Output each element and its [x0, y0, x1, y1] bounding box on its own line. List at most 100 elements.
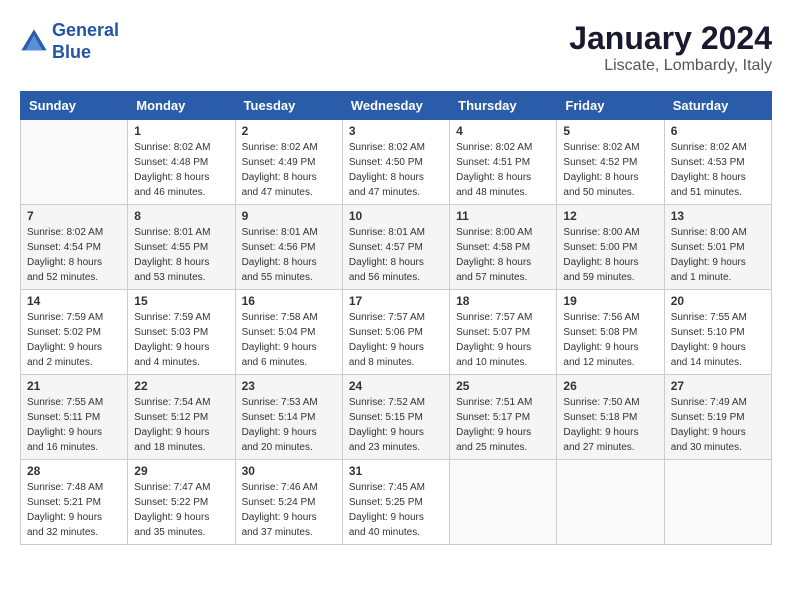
calendar-cell: 20 Sunrise: 7:55 AM Sunset: 5:10 PM Dayli… [664, 290, 771, 375]
day-info: Sunrise: 7:53 AM Sunset: 5:14 PM Dayligh… [242, 395, 336, 455]
weekday-header: Monday [128, 92, 235, 120]
header: General Blue January 2024 Liscate, Lomba… [20, 20, 772, 75]
day-number: 14 [27, 294, 121, 308]
day-number: 7 [27, 209, 121, 223]
day-number: 22 [134, 379, 228, 393]
calendar-cell: 24Sunrise: 7:52 AM Sunset: 5:15 PM Dayli… [342, 375, 449, 460]
weekday-header: Wednesday [342, 92, 449, 120]
day-info: Sunrise: 8:00 AM Sunset: 5:01 PM Dayligh… [671, 225, 765, 285]
calendar-week-row: 21Sunrise: 7:55 AM Sunset: 5:11 PM Dayli… [21, 375, 772, 460]
calendar-cell: 8 Sunrise: 8:01 AM Sunset: 4:55 PM Daylig… [128, 205, 235, 290]
day-info: Sunrise: 8:02 AM Sunset: 4:50 PM Dayligh… [349, 140, 443, 200]
calendar-cell: 16Sunrise: 7:58 AM Sunset: 5:04 PM Dayli… [235, 290, 342, 375]
day-number: 30 [242, 464, 336, 478]
subtitle: Liscate, Lombardy, Italy [569, 57, 772, 75]
calendar-cell: 19Sunrise: 7:56 AM Sunset: 5:08 PM Dayli… [557, 290, 664, 375]
day-info: Sunrise: 8:01 AM Sunset: 4:57 PM Dayligh… [349, 225, 443, 285]
day-info: Sunrise: 7:55 AM Sunset: 5:10 PM Dayligh… [671, 310, 765, 370]
day-number: 9 [242, 209, 336, 223]
day-info: Sunrise: 7:52 AM Sunset: 5:15 PM Dayligh… [349, 395, 443, 455]
calendar-cell: 26Sunrise: 7:50 AM Sunset: 5:18 PM Dayli… [557, 375, 664, 460]
day-info: Sunrise: 8:02 AM Sunset: 4:52 PM Dayligh… [563, 140, 657, 200]
day-number: 18 [456, 294, 550, 308]
day-number: 2 [242, 124, 336, 138]
day-number: 29 [134, 464, 228, 478]
day-info: Sunrise: 8:00 AM Sunset: 5:00 PM Dayligh… [563, 225, 657, 285]
day-info: Sunrise: 7:58 AM Sunset: 5:04 PM Dayligh… [242, 310, 336, 370]
calendar-cell: 27 Sunrise: 7:49 AM Sunset: 5:19 PM Dayli… [664, 375, 771, 460]
day-number: 27 [671, 379, 765, 393]
title-area: January 2024 Liscate, Lombardy, Italy [569, 20, 772, 75]
weekday-header: Thursday [450, 92, 557, 120]
calendar-cell: 21Sunrise: 7:55 AM Sunset: 5:11 PM Dayli… [21, 375, 128, 460]
logo-line1: General [52, 20, 119, 40]
day-number: 26 [563, 379, 657, 393]
day-number: 13 [671, 209, 765, 223]
day-number: 5 [563, 124, 657, 138]
day-info: Sunrise: 8:01 AM Sunset: 4:55 PM Dayligh… [134, 225, 228, 285]
calendar-cell: 31 Sunrise: 7:45 AM Sunset: 5:25 PM Dayli… [342, 460, 449, 545]
calendar-cell: 9Sunrise: 8:01 AM Sunset: 4:56 PM Daylig… [235, 205, 342, 290]
calendar-cell: 6 Sunrise: 8:02 AM Sunset: 4:53 PM Daylig… [664, 120, 771, 205]
day-info: Sunrise: 8:02 AM Sunset: 4:51 PM Dayligh… [456, 140, 550, 200]
day-number: 3 [349, 124, 443, 138]
day-number: 1 [134, 124, 228, 138]
calendar-cell: 28 Sunrise: 7:48 AM Sunset: 5:21 PM Dayli… [21, 460, 128, 545]
day-info: Sunrise: 8:02 AM Sunset: 4:54 PM Dayligh… [27, 225, 121, 285]
day-number: 12 [563, 209, 657, 223]
calendar-cell: 12 Sunrise: 8:00 AM Sunset: 5:00 PM Dayli… [557, 205, 664, 290]
main-title: January 2024 [569, 20, 772, 57]
day-number: 15 [134, 294, 228, 308]
day-info: Sunrise: 7:49 AM Sunset: 5:19 PM Dayligh… [671, 395, 765, 455]
calendar-cell: 17Sunrise: 7:57 AM Sunset: 5:06 PM Dayli… [342, 290, 449, 375]
calendar-week-row: 1Sunrise: 8:02 AM Sunset: 4:48 PM Daylig… [21, 120, 772, 205]
day-info: Sunrise: 7:57 AM Sunset: 5:07 PM Dayligh… [456, 310, 550, 370]
calendar-week-row: 7 Sunrise: 8:02 AM Sunset: 4:54 PM Daylig… [21, 205, 772, 290]
calendar-cell: 2Sunrise: 8:02 AM Sunset: 4:49 PM Daylig… [235, 120, 342, 205]
day-info: Sunrise: 8:02 AM Sunset: 4:53 PM Dayligh… [671, 140, 765, 200]
calendar-cell: 3 Sunrise: 8:02 AM Sunset: 4:50 PM Daylig… [342, 120, 449, 205]
day-number: 31 [349, 464, 443, 478]
day-info: Sunrise: 7:46 AM Sunset: 5:24 PM Dayligh… [242, 480, 336, 540]
calendar-cell: 25 Sunrise: 7:51 AM Sunset: 5:17 PM Dayli… [450, 375, 557, 460]
day-number: 20 [671, 294, 765, 308]
calendar-cell: 15 Sunrise: 7:59 AM Sunset: 5:03 PM Dayli… [128, 290, 235, 375]
calendar-cell [21, 120, 128, 205]
day-number: 4 [456, 124, 550, 138]
logo-line2: Blue [52, 42, 91, 62]
weekday-header: Sunday [21, 92, 128, 120]
day-number: 8 [134, 209, 228, 223]
day-number: 28 [27, 464, 121, 478]
calendar-cell: 4 Sunrise: 8:02 AM Sunset: 4:51 PM Daylig… [450, 120, 557, 205]
day-info: Sunrise: 7:55 AM Sunset: 5:11 PM Dayligh… [27, 395, 121, 455]
day-number: 25 [456, 379, 550, 393]
calendar-cell: 18 Sunrise: 7:57 AM Sunset: 5:07 PM Dayli… [450, 290, 557, 375]
calendar-cell: 30 Sunrise: 7:46 AM Sunset: 5:24 PM Dayli… [235, 460, 342, 545]
calendar-header-row: SundayMondayTuesdayWednesdayThursdayFrid… [21, 92, 772, 120]
calendar-cell [557, 460, 664, 545]
calendar-cell: 29Sunrise: 7:47 AM Sunset: 5:22 PM Dayli… [128, 460, 235, 545]
day-info: Sunrise: 7:59 AM Sunset: 5:03 PM Dayligh… [134, 310, 228, 370]
calendar-cell [450, 460, 557, 545]
logo: General Blue [20, 20, 119, 63]
day-info: Sunrise: 7:51 AM Sunset: 5:17 PM Dayligh… [456, 395, 550, 455]
day-info: Sunrise: 7:57 AM Sunset: 5:06 PM Dayligh… [349, 310, 443, 370]
day-number: 6 [671, 124, 765, 138]
day-number: 10 [349, 209, 443, 223]
calendar-cell: 11 Sunrise: 8:00 AM Sunset: 4:58 PM Dayli… [450, 205, 557, 290]
day-info: Sunrise: 7:54 AM Sunset: 5:12 PM Dayligh… [134, 395, 228, 455]
calendar-cell: 1Sunrise: 8:02 AM Sunset: 4:48 PM Daylig… [128, 120, 235, 205]
calendar-cell: 13 Sunrise: 8:00 AM Sunset: 5:01 PM Dayli… [664, 205, 771, 290]
day-info: Sunrise: 7:56 AM Sunset: 5:08 PM Dayligh… [563, 310, 657, 370]
calendar-cell: 5 Sunrise: 8:02 AM Sunset: 4:52 PM Daylig… [557, 120, 664, 205]
weekday-header: Saturday [664, 92, 771, 120]
day-info: Sunrise: 7:45 AM Sunset: 5:25 PM Dayligh… [349, 480, 443, 540]
day-number: 11 [456, 209, 550, 223]
weekday-header: Friday [557, 92, 664, 120]
calendar-week-row: 28 Sunrise: 7:48 AM Sunset: 5:21 PM Dayli… [21, 460, 772, 545]
day-info: Sunrise: 8:00 AM Sunset: 4:58 PM Dayligh… [456, 225, 550, 285]
calendar-cell: 7 Sunrise: 8:02 AM Sunset: 4:54 PM Daylig… [21, 205, 128, 290]
calendar-cell: 22 Sunrise: 7:54 AM Sunset: 5:12 PM Dayli… [128, 375, 235, 460]
day-info: Sunrise: 7:48 AM Sunset: 5:21 PM Dayligh… [27, 480, 121, 540]
calendar-cell: 23Sunrise: 7:53 AM Sunset: 5:14 PM Dayli… [235, 375, 342, 460]
